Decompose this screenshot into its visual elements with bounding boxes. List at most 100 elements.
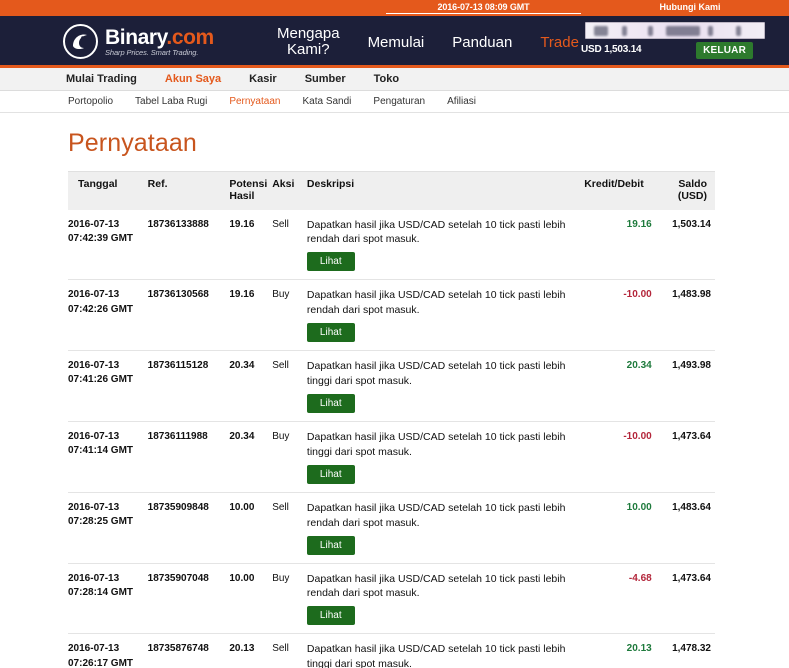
logout-button[interactable]: KELUAR [696,42,753,59]
statement-table: Tanggal Ref. Potensi Hasil Aksi Deskripsi… [68,171,715,668]
view-button[interactable]: Lihat [306,464,355,484]
cell-ref: 18736133888 [147,218,209,230]
view-button[interactable]: Lihat [306,535,355,555]
cell-deskripsi: Dapatkan hasil jika USD/CAD setelah 10 t… [306,562,583,634]
cell-aksi: Sell [272,350,307,422]
cell-deskripsi: Dapatkan hasil jika USD/CAD setelah 10 t… [306,420,583,493]
cell-aksi: Buy [272,420,307,493]
cell-tanggal: 2016-07-13 07:41:26 GMT [68,350,148,422]
cell-kredit-debit: 19.16 [583,210,656,280]
main-navigation: Mulai Trading Akun Saya Kasir Sumber Tok… [0,68,789,91]
nav-mengapa-kami[interactable]: Mengapa Kami? [263,26,354,58]
site-logo[interactable]: Binary.com Sharp Prices. Smart Trading. [63,24,214,59]
table-header: Tanggal Ref. Potensi Hasil Aksi Deskripsi… [68,171,715,210]
cell-deskripsi: Dapatkan hasil jika USD/CAD setelah 10 t… [306,491,583,564]
cell-potensi-hasil: 10.00 [229,491,273,564]
subnav-pernyataan[interactable]: Pernyataan [218,96,291,107]
cell-ref: 18735876748 [147,633,230,668]
cell-aksi: Sell [272,633,307,668]
account-balance: USD 1,503.14 [581,44,642,55]
logo-wordmark: Binary.com Sharp Prices. Smart Trading. [105,27,214,57]
primary-navigation: Mengapa Kami? Memulai Panduan Trade [263,16,593,68]
cell-deskripsi: Dapatkan hasil jika USD/CAD setelah 10 t… [306,350,583,422]
amount-value: 10.00 [626,501,652,513]
subnav-portopolio[interactable]: Portopolio [57,96,124,107]
cell-saldo: 1,503.14 [672,218,711,230]
cell-saldo: 1,483.98 [655,279,715,351]
column-header-potensi-hasil: Potensi Hasil [229,171,273,210]
cell-saldo: 1,483.64 [655,491,715,564]
contact-us-link[interactable]: Hubungi Kami [600,2,780,12]
description-text: Dapatkan hasil jika USD/CAD setelah 10 t… [306,360,566,388]
table-row: 2016-07-13 07:42:39 GMT 18736133888 19.16 Se… [68,210,715,280]
view-button[interactable]: Lihat [306,393,355,413]
amount-value: -10.00 [623,289,652,301]
cell-tanggal: 2016-07-13 07:28:14 GMT [68,562,148,634]
cell-kredit-debit: -10.00 [582,279,656,351]
cell-potensi-hasil: 20.13 [229,633,273,668]
nav-sumber[interactable]: Sumber [291,73,360,85]
cell-tanggal: 2016-07-13 07:28:25 GMT [68,491,148,564]
nav-akun-saya[interactable]: Akun Saya [151,73,235,85]
column-header-saldo: Saldo (USD) [655,171,715,210]
cell-ref: 18736111988 [147,420,230,493]
description-text: Dapatkan hasil jika USD/CAD setelah 10 t… [306,643,566,668]
cell-potensi-hasil: 19.16 [229,279,273,351]
cell-tanggal: 2016-07-13 07:26:17 GMT [68,633,148,668]
subnav-afiliasi[interactable]: Afiliasi [436,96,487,107]
binary-logo-icon [63,24,98,59]
column-header-kredit-debit: Kredit/Debit [582,171,656,210]
table-row: 2016-07-13 07:28:14 GMT 18735907048 10.00 Bu… [68,562,715,634]
cell-kredit-debit: -4.68 [582,562,656,634]
view-button[interactable]: Lihat [306,323,355,343]
crescent-bird-glyph [73,34,87,50]
nav-panduan[interactable]: Panduan [438,34,526,51]
nav-memulai[interactable]: Memulai [354,34,439,51]
description-text: Dapatkan hasil jika USD/CAD setelah 10 t… [306,289,566,317]
server-timestamp: 2016-07-13 08:09 GMT [386,2,581,14]
amount-value: -4.68 [628,572,652,584]
table-row: 2016-07-13 07:42:26 GMT 18736130568 19.16 Bu… [68,279,715,351]
column-header-ref: Ref. [147,171,230,210]
utility-bar: 2016-07-13 08:09 GMT Hubungi Kami [0,0,789,16]
cell-potensi-hasil: 20.34 [229,420,273,493]
cell-kredit-debit: 20.34 [582,350,656,422]
cell-aksi: Sell [272,491,307,564]
nav-toko[interactable]: Toko [360,73,413,85]
amount-value: 20.13 [626,643,652,655]
account-selector-dropdown[interactable] [585,22,765,39]
cell-ref: 18736130568 [147,279,230,351]
subnav-tabel-laba-rugi[interactable]: Tabel Laba Rugi [124,96,218,107]
cell-potensi-hasil: 19.16 [229,218,255,230]
main-content: Pernyataan Tanggal Ref. Potensi Hasil Aks… [0,113,789,668]
nav-mulai-trading[interactable]: Mulai Trading [52,73,151,85]
table-body: 2016-07-13 07:42:39 GMT 18736133888 19.16 Se… [68,210,715,668]
cell-aksi: Buy [272,279,307,351]
site-header: Binary.com Sharp Prices. Smart Trading. … [0,16,789,68]
subnav-pengaturan[interactable]: Pengaturan [362,96,436,107]
account-widget: USD 1,503.14 KELUAR [575,22,775,64]
description-text: Dapatkan hasil jika USD/CAD setelah 10 t… [306,430,566,458]
subnav-kata-sandi[interactable]: Kata Sandi [291,96,362,107]
page-title: Pernyataan [68,129,197,157]
view-button[interactable]: Lihat [306,606,355,626]
cell-potensi-hasil: 10.00 [229,562,273,634]
cell-kredit-debit: 20.13 [582,633,656,668]
nav-kasir[interactable]: Kasir [235,73,291,85]
column-header-aksi: Aksi [272,171,307,210]
description-text: Dapatkan hasil jika USD/CAD setelah 10 t… [306,501,566,529]
cell-kredit-debit: -10.00 [582,420,656,493]
cell-ref: 18735907048 [147,562,230,634]
table-row: 2016-07-13 07:26:17 GMT 18735876748 20.13 Se… [68,633,715,668]
cell-tanggal: 2016-07-13 07:42:26 GMT [68,279,148,351]
table-row: 2016-07-13 07:28:25 GMT 18735909848 10.00 Se… [68,491,715,564]
cell-saldo: 1,473.64 [655,562,715,634]
logo-suffix: .com [166,25,214,49]
column-header-tanggal: Tanggal [68,171,148,210]
cell-aksi: Buy [272,562,307,634]
view-button[interactable]: Lihat [306,252,355,272]
column-header-deskripsi: Deskripsi [306,171,583,210]
cell-tanggal: 2016-07-13 07:41:14 GMT [68,420,148,493]
table-header-row: Tanggal Ref. Potensi Hasil Aksi Deskripsi… [68,171,715,210]
cell-ref: 18735909848 [147,491,230,564]
